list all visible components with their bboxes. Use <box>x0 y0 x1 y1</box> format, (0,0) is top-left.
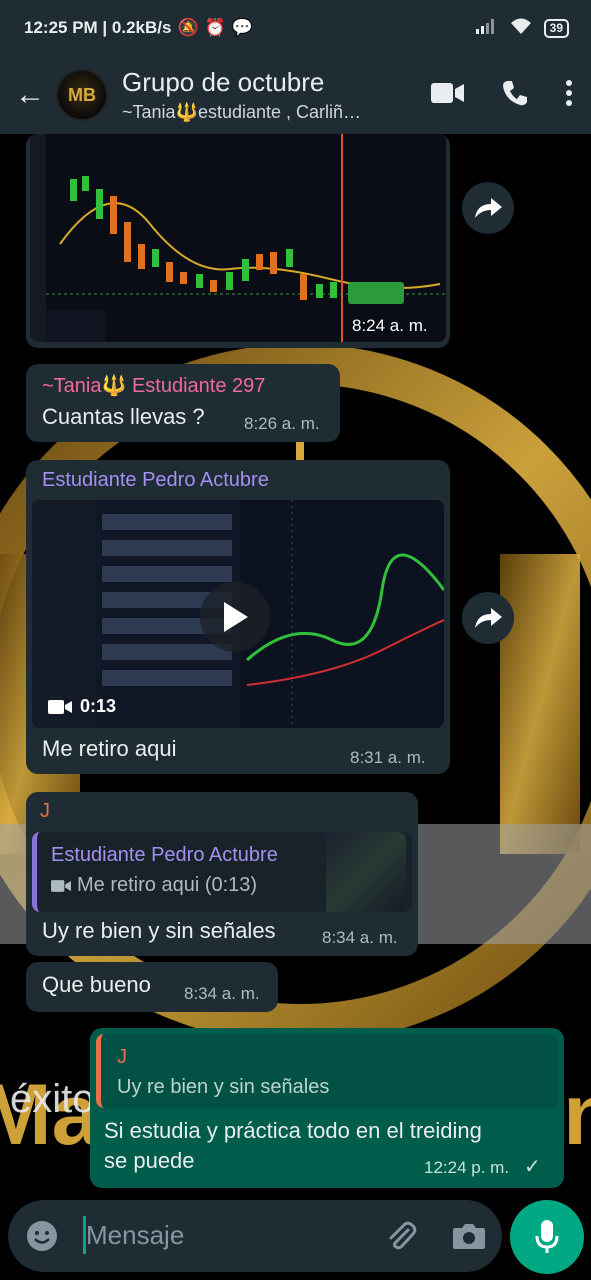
incoming-message[interactable]: ~Tania🔱 Estudiante 297 Cuantas llevas ? … <box>26 364 340 442</box>
sender-name[interactable]: J <box>40 800 50 823</box>
quoted-sender: Estudiante Pedro Actubre <box>51 844 278 866</box>
message-placeholder: Mensaje <box>86 1220 185 1250</box>
message-text-line-1: Si estudia y práctica todo en el treidin… <box>104 1118 482 1143</box>
forward-button[interactable] <box>462 592 514 644</box>
group-avatar[interactable]: MB <box>56 69 108 121</box>
quoted-sender: J <box>117 1046 127 1068</box>
message-text: Uy re bien y sin señales <box>42 918 276 943</box>
voice-record-button[interactable] <box>510 1200 584 1274</box>
chart-image[interactable] <box>30 134 446 342</box>
chat-notification-icon: 💬 <box>231 18 253 37</box>
microphone-icon <box>535 1220 559 1253</box>
sender-name[interactable]: ~Tania🔱 Estudiante 297 <box>42 373 265 398</box>
play-button[interactable] <box>200 582 270 652</box>
incoming-message[interactable]: Que bueno 8:34 a. m. <box>26 962 278 1012</box>
message-text: Me retiro aqui <box>42 736 177 761</box>
wifi-icon <box>510 17 532 40</box>
quoted-message[interactable]: J Uy re bien y sin señales <box>96 1034 558 1108</box>
quoted-text-row: Me retiro aqui (0:13) <box>51 874 257 897</box>
forward-button[interactable] <box>462 182 514 234</box>
more-options-icon[interactable] <box>565 79 573 112</box>
message-time: 8:24 a. m. <box>352 316 428 335</box>
quoted-text: Uy re bien y sin señales <box>117 1076 330 1098</box>
video-duration: 0:13 <box>48 696 116 717</box>
quoted-message[interactable]: Estudiante Pedro Actubre Me retiro aqui … <box>32 832 412 912</box>
video-camera-icon <box>51 879 71 892</box>
chat-area[interactable]: Maestria en Binar l éxito <box>0 134 591 1200</box>
status-bar: 12:25 PM | 0.2kB/s 🔕 ⏰ 💬 39 <box>0 0 591 56</box>
battery-icon: 39 <box>543 18 569 38</box>
chat-header: ← MB Grupo de octubre ~Tania🔱estudiante … <box>0 56 591 134</box>
video-camera-icon <box>48 699 72 714</box>
message-time: 8:26 a. m. <box>244 414 320 433</box>
chat-title: Grupo de octubre <box>122 67 325 97</box>
message-time: 12:24 p. m. <box>424 1158 510 1177</box>
back-arrow-icon[interactable]: ← <box>10 78 50 112</box>
message-time: 8:31 a. m. <box>350 748 426 767</box>
status-time: 12:25 PM | 0.2kB/s <box>24 18 172 37</box>
message-time: 8:34 a. m. <box>322 928 398 947</box>
signal-icon <box>475 18 498 39</box>
message-text: Que bueno <box>42 972 151 997</box>
image-message[interactable]: 8:24 a. m. <box>26 134 450 348</box>
message-text-line-2: se puede <box>104 1148 195 1173</box>
video-message[interactable]: Estudiante Pedro Actubre 0:13 Me retiro … <box>26 460 450 774</box>
chat-subtitle: ~Tania🔱estudiante , Carliñ… <box>122 102 362 122</box>
message-text: Cuantas llevas ? <box>42 404 205 429</box>
outgoing-message[interactable]: J Uy re bien y sin señales Si estudia y … <box>90 1028 564 1188</box>
attach-icon[interactable] <box>384 1220 418 1259</box>
mute-icon: 🔕 <box>177 18 199 37</box>
reply-message[interactable]: J Estudiante Pedro Actubre Me retiro aqu… <box>26 792 418 956</box>
composer-bar: Mensaje <box>0 1200 591 1280</box>
svg-text:l éxito: l éxito <box>0 1077 95 1121</box>
sender-name[interactable]: Estudiante Pedro Actubre <box>42 469 269 492</box>
emoji-icon[interactable] <box>26 1220 58 1257</box>
video-call-icon[interactable] <box>431 81 465 110</box>
message-time: 8:34 a. m. <box>184 984 260 1003</box>
message-input[interactable]: Mensaje <box>8 1200 502 1272</box>
voice-call-icon[interactable] <box>501 79 529 112</box>
chat-title-area[interactable]: Grupo de octubre ~Tania🔱estudiante , Car… <box>122 67 392 123</box>
quoted-thumbnail <box>326 832 406 912</box>
camera-icon[interactable] <box>452 1222 486 1255</box>
alarm-icon: ⏰ <box>204 18 226 37</box>
read-check-icon: ✓ <box>524 1156 541 1178</box>
play-icon <box>224 602 248 632</box>
